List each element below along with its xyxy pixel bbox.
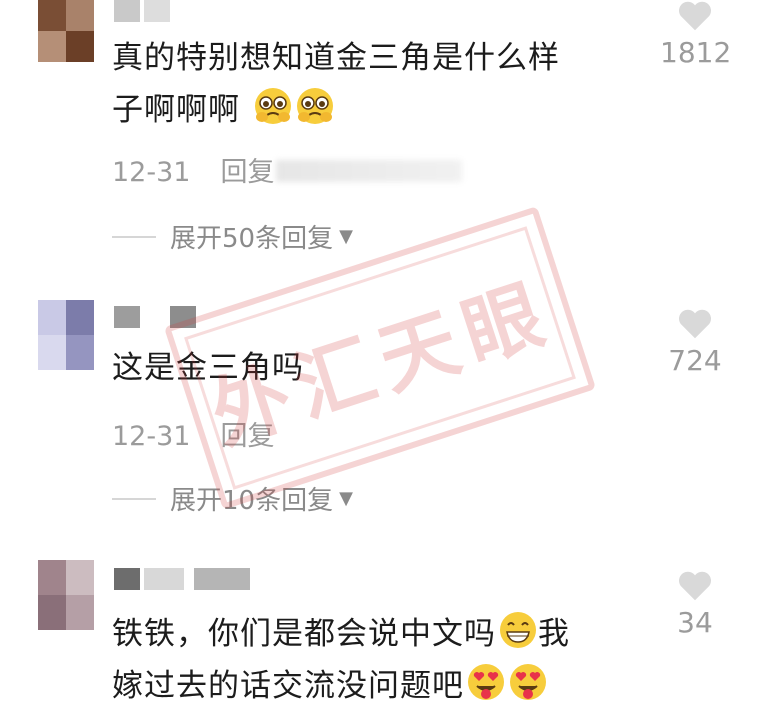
- heart-icon: [679, 309, 711, 339]
- heart-icon: [679, 571, 711, 601]
- like-button[interactable]: 34: [660, 570, 730, 639]
- avatar[interactable]: [38, 0, 94, 62]
- avatar[interactable]: [38, 560, 94, 630]
- comment-text-line: 铁铁，你们是都会说中文吗: [112, 616, 496, 652]
- comment-text-line: 子啊啊啊: [112, 92, 240, 128]
- heart-icon: [679, 1, 711, 31]
- like-count: 1812: [660, 36, 732, 69]
- heart-eyes-tongue-face-icon: [510, 664, 546, 700]
- like-count: 34: [677, 606, 713, 639]
- comment-meta: 12-31 回复: [112, 150, 274, 189]
- reply-button[interactable]: 回复: [220, 157, 274, 188]
- caret-down-icon: ▼: [339, 226, 353, 247]
- grinning-face-icon: [500, 612, 536, 648]
- comment-text-line: 这是金三角吗: [112, 350, 304, 386]
- comment-date: 12-31: [112, 157, 191, 188]
- like-button[interactable]: 724: [660, 308, 730, 377]
- expand-replies-button[interactable]: 展开10条回复 ▼: [112, 480, 353, 517]
- comment-text-line: 真的特别想知道金三角是什么样: [112, 40, 560, 76]
- comment-text: 真的特别想知道金三角是什么样 子啊啊啊: [112, 32, 652, 136]
- divider: [112, 235, 156, 238]
- comment-text-line: 嫁过去的话交流没问题吧: [112, 668, 464, 704]
- avatar[interactable]: [38, 300, 94, 370]
- reply-button[interactable]: 回复: [220, 421, 274, 452]
- comment-date: 12-31: [112, 421, 191, 452]
- comment-text: 铁铁，你们是都会说中文吗 我 嫁过去的话交流没问题吧: [112, 608, 672, 712]
- like-count: 724: [668, 344, 722, 377]
- blurred-text: [276, 160, 462, 182]
- comment-meta: 12-31 回复: [112, 414, 274, 453]
- pleading-face-icon: [296, 88, 333, 124]
- expand-replies-button[interactable]: 展开50条回复 ▼: [112, 218, 353, 255]
- expand-replies-label: 展开10条回复: [170, 486, 334, 516]
- expand-replies-label: 展开50条回复: [170, 224, 334, 254]
- divider: [112, 497, 156, 500]
- like-button[interactable]: 1812: [660, 0, 732, 69]
- pleading-face-icon: [254, 88, 291, 124]
- comment-text-line: 我: [538, 616, 570, 652]
- heart-eyes-tongue-face-icon: [468, 664, 504, 700]
- comment-text: 这是金三角吗: [112, 342, 652, 394]
- caret-down-icon: ▼: [339, 488, 353, 509]
